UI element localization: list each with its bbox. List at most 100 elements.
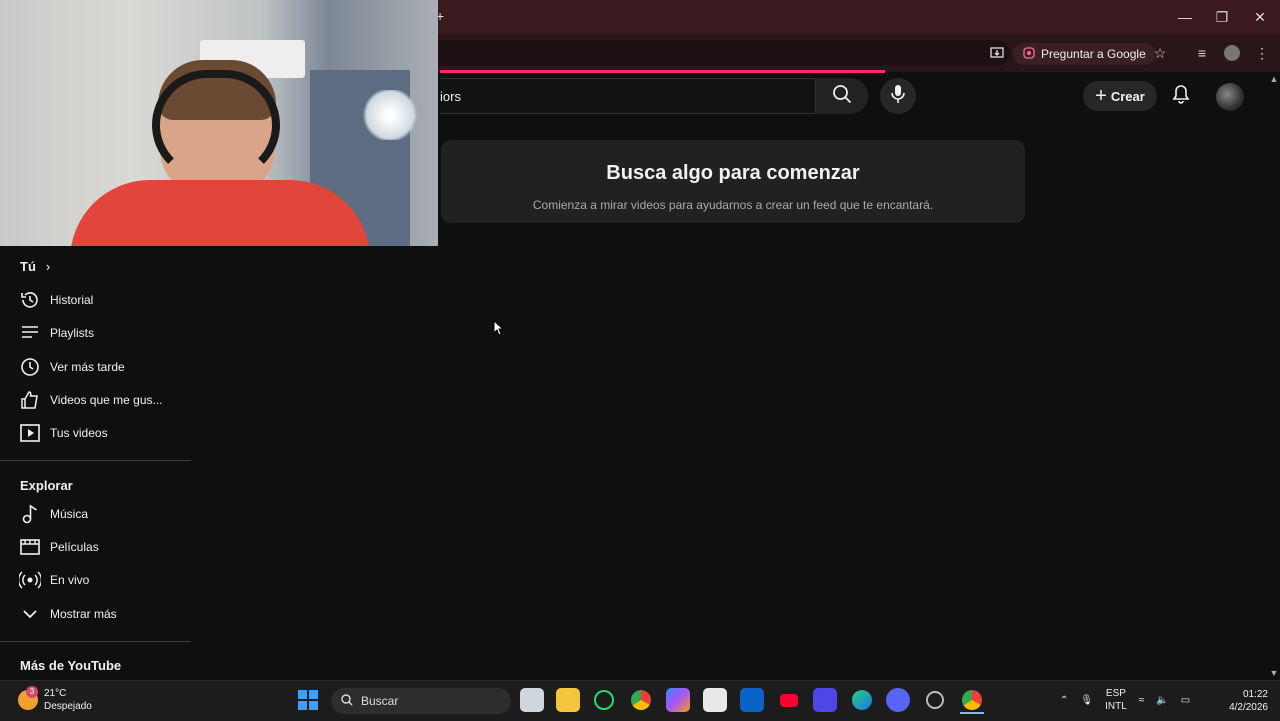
sidebar-divider (0, 460, 191, 461)
chrome-active-icon[interactable] (960, 688, 984, 714)
media-controls-icon[interactable]: ≡ (1191, 42, 1213, 64)
whatsapp-icon[interactable] (592, 688, 616, 712)
search-input[interactable]: iors (440, 78, 816, 114)
sidebar-item-label: Ver más tarde (50, 360, 125, 374)
mouse-cursor-icon (493, 319, 505, 341)
playlists-icon (10, 325, 50, 341)
sidebar-item-watch-later[interactable]: Ver más tarde (10, 351, 190, 383)
sidebar-item-movies[interactable]: Películas (10, 531, 190, 563)
chrome-icon[interactable] (629, 688, 653, 712)
scroll-up-arrow-icon[interactable]: ▲ (1268, 74, 1280, 86)
thumbs-up-icon (10, 390, 50, 410)
profile-icon[interactable] (1221, 42, 1243, 64)
discord-icon[interactable] (886, 688, 910, 712)
scroll-down-arrow-icon[interactable]: ▼ (1268, 668, 1280, 680)
person-shirt-shape (70, 180, 370, 246)
lang-bottom: INTL (1105, 701, 1127, 712)
menu-kebab-icon[interactable]: ⋮ (1251, 42, 1273, 64)
avatar[interactable] (1216, 83, 1244, 111)
sidebar-divider (0, 641, 191, 642)
copilot-icon[interactable] (666, 688, 690, 712)
weather-desc: Despejado (44, 701, 92, 712)
watch-later-icon (10, 357, 50, 377)
settings-gear-icon[interactable] (923, 688, 947, 712)
more-from-youtube-header: Más de YouTube (20, 658, 122, 673)
sidebar-item-show-more[interactable]: Mostrar más (10, 598, 190, 630)
weather-sun-icon: 3 (18, 686, 38, 710)
explore-header: Explorar (20, 478, 73, 493)
volume-icon[interactable]: 🔈 (1156, 695, 1168, 706)
sidebar-item-playlists[interactable]: Playlists (10, 317, 190, 349)
chevron-up-icon[interactable]: ⌃ (1060, 695, 1068, 706)
search-button[interactable] (816, 78, 868, 114)
sidebar-you-link[interactable]: Tú › (20, 259, 50, 274)
light-shape (360, 90, 420, 140)
youtube-app-icon[interactable] (777, 688, 801, 712)
sidebar-item-live[interactable]: En vivo (10, 564, 190, 596)
your-videos-icon (10, 424, 50, 442)
ask-google-button[interactable]: Preguntar a Google (1013, 43, 1156, 65)
close-icon[interactable]: ✕ (1245, 6, 1275, 28)
taskbar-clock[interactable]: 01:22 4/2/2026 (1220, 688, 1268, 714)
sidebar-item-history[interactable]: Historial (10, 284, 190, 316)
battery-icon[interactable]: ▭ (1181, 695, 1190, 706)
taskbar-search-label: Buscar (361, 694, 399, 708)
you-header: Tú (20, 259, 36, 274)
sidebar-item-label: Mostrar más (50, 607, 117, 621)
microphone-icon[interactable]: 🎙 (1080, 695, 1093, 706)
system-tray: ⌃ 🎙 ESP INTL ≈ 🔈 ▭ (1060, 686, 1190, 714)
new-tab-plus-icon[interactable]: + (436, 9, 450, 23)
outlook-icon[interactable] (740, 688, 764, 712)
restore-icon[interactable]: ❐ (1207, 6, 1237, 28)
wifi-icon[interactable]: ≈ (1139, 695, 1145, 706)
chevron-right-icon: › (45, 259, 51, 274)
address-bar[interactable] (430, 40, 1010, 66)
sidebar-item-label: Playlists (50, 326, 95, 340)
clock-date: 4/2/2026 (1229, 702, 1268, 713)
taskbar-search[interactable]: Buscar (331, 688, 511, 714)
weather-widget[interactable]: 3 21°C Despejado (18, 686, 92, 714)
weather-badge: 3 (26, 686, 38, 698)
sidebar-item-your-videos[interactable]: Tus videos (10, 417, 190, 449)
create-label: Crear (1110, 88, 1145, 104)
sidebar-item-label: Videos que me gus... (50, 393, 163, 407)
sidebar-item-label: Historial (50, 293, 94, 307)
sidebar-item-label: Tus videos (50, 426, 108, 440)
minimize-icon[interactable]: — (1170, 6, 1200, 28)
voice-search-button[interactable] (880, 78, 916, 114)
sidebar-item-label: Películas (50, 540, 99, 554)
empty-state-subtitle: Comienza a mirar videos para ayudarnos a… (532, 198, 934, 212)
empty-feed-card: Busca algo para comenzar Comienza a mira… (441, 140, 1025, 223)
app-icon[interactable] (813, 688, 837, 712)
edge-icon[interactable] (850, 688, 874, 712)
install-app-icon[interactable] (986, 42, 1008, 64)
weather-temp: 21°C (44, 688, 67, 699)
microsoft-store-icon[interactable] (703, 688, 727, 712)
webcam-overlay (0, 0, 438, 246)
sidebar-item-music[interactable]: Música (10, 498, 190, 530)
lens-icon (1023, 46, 1035, 62)
live-icon (10, 571, 50, 589)
history-icon (10, 290, 50, 310)
chevron-down-icon (10, 609, 50, 619)
plus-icon: + (1095, 85, 1107, 107)
create-button[interactable]: + Crear (1083, 81, 1157, 111)
movies-icon (10, 538, 50, 556)
sidebar-item-label: Música (50, 507, 89, 521)
clock-time: 01:22 (1242, 689, 1268, 700)
search-icon (341, 693, 353, 709)
input-language[interactable]: ESP INTL (1105, 687, 1127, 713)
lang-top: ESP (1105, 688, 1126, 699)
empty-state-title: Busca algo para comenzar (606, 162, 860, 184)
bookmark-star-icon[interactable]: ☆ (1149, 42, 1171, 64)
sidebar-item-liked-videos[interactable]: Videos que me gus... (10, 384, 190, 416)
file-explorer-icon[interactable] (556, 688, 580, 712)
notifications-button[interactable] (1169, 84, 1193, 108)
microphone-icon (890, 84, 906, 109)
ask-google-label: Preguntar a Google (1041, 47, 1146, 61)
windows-start-icon[interactable] (296, 688, 320, 712)
page-loading-bar (440, 70, 885, 73)
weather-text: 21°C Despejado (44, 687, 92, 713)
search-icon (832, 84, 852, 109)
task-view-icon[interactable] (520, 688, 544, 712)
